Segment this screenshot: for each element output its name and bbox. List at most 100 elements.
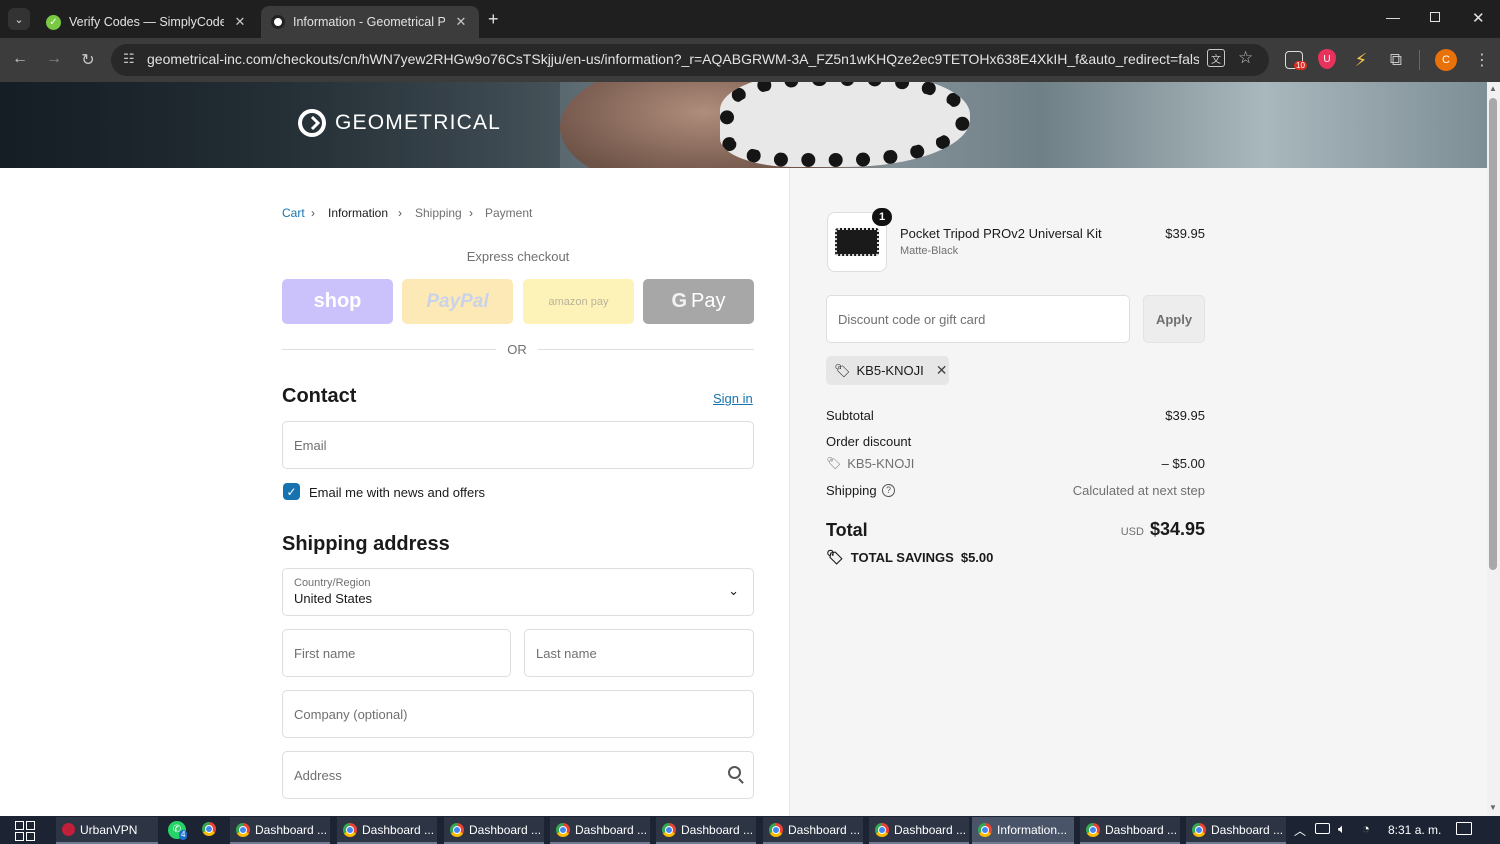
close-tab-icon[interactable]: ✕ <box>453 14 469 30</box>
taskbar-window[interactable]: Dashboard ... <box>230 817 330 844</box>
apply-button[interactable]: Apply <box>1143 295 1205 343</box>
close-tab-icon[interactable]: ✕ <box>232 14 248 30</box>
store-logo[interactable]: GEOMETRICAL <box>297 108 501 138</box>
or-divider-label: OR <box>507 342 527 357</box>
back-icon[interactable]: ← <box>10 50 30 68</box>
extension-icon[interactable]: 10 <box>1285 51 1307 70</box>
clock[interactable]: 8:31 a. m. <box>1388 823 1441 837</box>
taskbar-window[interactable]: Dashboard ... <box>1080 817 1180 844</box>
taskbar-label: Dashboard ... <box>894 822 967 837</box>
email-field[interactable]: Email <box>282 421 754 469</box>
chrome-icon <box>450 822 464 837</box>
taskbar-label: Dashboard ... <box>575 822 648 837</box>
chrome-icon <box>236 822 250 837</box>
discount-code-row: 🏷 KB5-KNOJI <box>826 456 914 471</box>
help-circle-icon[interactable]: ? <box>882 484 895 497</box>
notifications-icon[interactable] <box>1456 822 1472 835</box>
whatsapp-icon[interactable]: ✆ 4 <box>168 821 188 840</box>
network-icon[interactable] <box>1315 823 1330 834</box>
restore-icon[interactable] <box>1430 12 1440 22</box>
contact-heading: Contact <box>282 385 357 407</box>
tab-search-button[interactable]: ⌄ <box>8 8 30 30</box>
taskbar-window[interactable]: Dashboard ... <box>444 817 544 844</box>
scroll-up-icon[interactable]: ▲ <box>1489 84 1497 93</box>
product-variant: Matte-Black <box>900 245 959 257</box>
reload-icon[interactable]: ↻ <box>78 50 98 70</box>
scroll-down-icon[interactable]: ▼ <box>1489 803 1497 812</box>
taskbar-window[interactable]: Dashboard ... <box>656 817 756 844</box>
chrome-icon <box>556 822 570 837</box>
minimize-icon[interactable]: — <box>1386 9 1400 25</box>
total-value-row: USD $34.95 <box>1005 519 1205 540</box>
country-select[interactable]: Country/Region United States ⌄ <box>282 568 754 616</box>
chevron-right-icon: › <box>398 206 402 220</box>
chevron-right-icon: › <box>311 206 315 220</box>
amazon-pay-button[interactable]: amazon pay <box>523 279 634 324</box>
newsletter-checkbox[interactable]: ✓ <box>283 483 300 500</box>
new-tab-icon[interactable]: + <box>488 9 499 30</box>
translate-icon[interactable]: 文 <box>1207 49 1225 67</box>
taskbar-urbanvpn[interactable]: UrbanVPN <box>56 817 158 844</box>
product-image <box>835 228 879 256</box>
taskbar-label: UrbanVPN <box>80 822 138 837</box>
banner-product-shape <box>720 82 970 167</box>
total-savings-row: 🏷 TOTAL SAVINGS $5.00 <box>826 549 993 566</box>
apply-label: Apply <box>1155 311 1193 327</box>
first-name-field[interactable]: First name <box>282 629 511 677</box>
google-pay-button[interactable]: G Pay <box>643 279 754 324</box>
profile-avatar[interactable]: C <box>1435 49 1457 71</box>
puzzle-extensions-icon[interactable]: ⧉ <box>1385 49 1407 71</box>
url-text[interactable]: geometrical-inc.com/checkouts/cn/hWN7yew… <box>147 51 1199 67</box>
site-info-icon[interactable]: ☷ <box>123 51 135 67</box>
newsletter-label[interactable]: Email me with news and offers <box>309 485 485 500</box>
menu-icon[interactable]: ⋮ <box>1474 50 1490 70</box>
address-bar[interactable]: ☷ geometrical-inc.com/checkouts/cn/hWN7y… <box>111 44 1269 76</box>
email-placeholder: Email <box>294 437 327 453</box>
chevron-down-icon: ⌄ <box>728 583 739 598</box>
savings-label: TOTAL SAVINGS <box>850 550 954 565</box>
taskbar-label: Dashboard ... <box>469 822 542 837</box>
sign-in-link[interactable]: Sign in <box>713 391 753 406</box>
taskbar-window-active[interactable]: Information... <box>972 817 1074 844</box>
shipping-value: Calculated at next step <box>1072 483 1205 498</box>
last-name-field[interactable]: Last name <box>524 629 754 677</box>
start-grid-icon[interactable] <box>15 821 35 841</box>
search-icon-handle <box>738 778 744 784</box>
tab-simplycodes[interactable]: ✓ Verify Codes — SimplyCodes ✕ <box>36 6 258 38</box>
address-field[interactable]: Address <box>282 751 754 799</box>
paypal-button[interactable]: PayPal <box>402 279 513 324</box>
taskbar-window[interactable]: Dashboard ... <box>337 817 437 844</box>
taskbar-window[interactable]: Dashboard ... <box>1186 817 1286 844</box>
wifi-icon[interactable]: ◔ <box>1362 821 1370 836</box>
chrome-taskbar-icon[interactable] <box>202 822 216 836</box>
divider-right <box>538 349 754 350</box>
forward-icon[interactable]: → <box>44 50 64 68</box>
taskbar-label: Dashboard ... <box>1105 822 1178 837</box>
taskbar-label: Information... <box>997 822 1068 837</box>
total-value: $34.95 <box>1149 519 1205 539</box>
close-window-icon[interactable]: ✕ <box>1472 9 1485 27</box>
taskbar-window[interactable]: Dashboard ... <box>763 817 863 844</box>
tray-chevron-up-icon[interactable]: ︿ <box>1294 822 1306 839</box>
discount-code-field[interactable]: Discount code or gift card <box>826 295 1130 343</box>
address-placeholder: Address <box>294 767 342 783</box>
taskbar-window[interactable]: Dashboard ... <box>550 817 650 844</box>
tab-title: Information - Geometrical Pock <box>293 15 445 29</box>
company-field[interactable]: Company (optional) <box>282 690 754 738</box>
country-label: Country/Region <box>294 577 371 589</box>
chrome-icon <box>1086 822 1100 837</box>
amazon-pay-label: amazon pay <box>548 295 609 308</box>
remove-discount-icon[interactable]: ✕ <box>936 362 948 379</box>
total-label: Total <box>826 520 868 540</box>
chrome-icon <box>343 822 357 837</box>
shop-pay-button[interactable]: shop <box>282 279 393 324</box>
lightning-extension-icon[interactable]: ⚡ <box>1350 49 1372 71</box>
taskbar-window[interactable]: Dashboard ... <box>869 817 969 844</box>
tab-information[interactable]: Information - Geometrical Pock ✕ <box>261 6 479 38</box>
volume-icon[interactable]: 🔈︎ <box>1338 821 1346 837</box>
scrollbar-thumb[interactable] <box>1489 98 1497 570</box>
bookmark-star-icon[interactable]: ☆ <box>1238 48 1253 68</box>
breadcrumb-cart[interactable]: Cart <box>282 206 305 220</box>
google-g-icon: G <box>671 290 688 312</box>
geometrical-logo-icon <box>298 109 326 137</box>
